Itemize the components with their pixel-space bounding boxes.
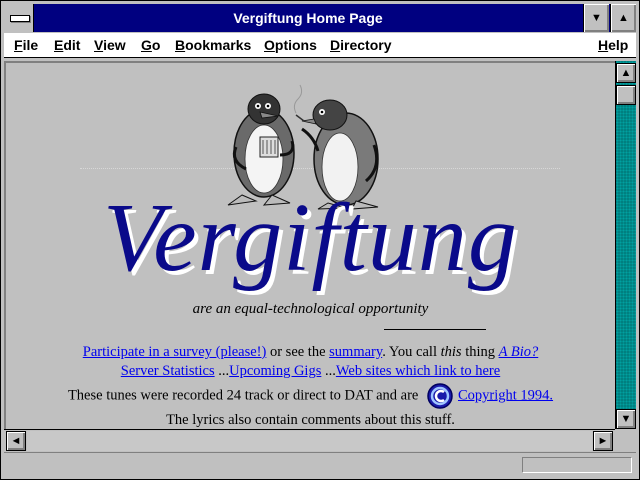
title-bar: Vergiftung Home Page ▼ ▲ [4,4,636,32]
menu-edit[interactable]: Edit [54,33,80,57]
arrow-down-icon[interactable]: ▼ [616,409,636,429]
static-text: or see the [266,344,330,360]
vertical-scrollbar[interactable]: ▲ ▼ [615,61,636,429]
copyright-line: These tunes were recorded 24 track or di… [6,382,615,410]
menu-bar: File Edit View Go Bookmarks Options Dire… [4,33,636,58]
copyright-link[interactable]: Copyright 1994. [458,387,553,403]
divider [384,329,486,330]
minimize-icon[interactable]: ▼ [583,4,609,32]
static-text: These tunes were recorded 24 track or di… [67,387,422,404]
links-line-1: Participate in a survey (please!) or see… [6,344,615,361]
status-text [8,457,516,473]
maximize-icon[interactable]: ▲ [610,4,636,32]
separator-text: ... [214,363,230,379]
survey-link[interactable]: Participate in a survey (please!) [83,344,267,360]
upcoming-gigs-link[interactable]: Upcoming Gigs [229,363,321,379]
scroll-thumb[interactable] [616,85,636,105]
menu-bookmarks[interactable]: Bookmarks [175,33,251,57]
menu-help[interactable]: Help [598,33,628,57]
menu-file[interactable]: File [14,33,38,57]
window-title: Vergiftung Home Page [233,10,383,26]
lyrics-note: The lyrics also contain comments about t… [166,412,455,428]
browser-window: Vergiftung Home Page ▼ ▲ File Edit View … [0,0,640,480]
system-menu-icon[interactable] [4,4,34,32]
arrow-up-icon[interactable]: ▲ [616,63,636,83]
arrow-left-icon[interactable]: ◄ [6,431,26,451]
links-line-2: Server Statistics ...Upcoming Gigs ...We… [6,363,615,380]
menu-view[interactable]: View [94,33,126,57]
content-area[interactable]: Vergiftung are an equal-technological op… [4,61,615,429]
summary-link[interactable]: summary [329,344,382,360]
menu-options[interactable]: Options [264,33,317,57]
static-text: . You call [382,344,441,360]
bio-link[interactable]: A Bio? [499,344,539,360]
emphasis-text: this [440,344,462,360]
scrollbar-corner [615,429,636,451]
page-heading: Vergiftung [103,184,518,292]
copyright-icon[interactable] [426,382,454,410]
progress-indicator [522,457,632,473]
menu-go[interactable]: Go [141,33,160,57]
scroll-track[interactable] [27,431,592,451]
separator-text: ... [321,363,336,379]
tagline: are an equal-technological opportunity [192,301,429,317]
horizontal-scrollbar[interactable]: ◄ ► [4,429,615,451]
menu-directory[interactable]: Directory [330,33,391,57]
status-bar [4,452,636,477]
web-page: Vergiftung are an equal-technological op… [6,63,615,429]
websites-link[interactable]: Web sites which link to here [336,363,500,379]
static-text: thing [461,344,499,360]
arrow-right-icon[interactable]: ► [593,431,613,451]
server-statistics-link[interactable]: Server Statistics [121,363,215,379]
